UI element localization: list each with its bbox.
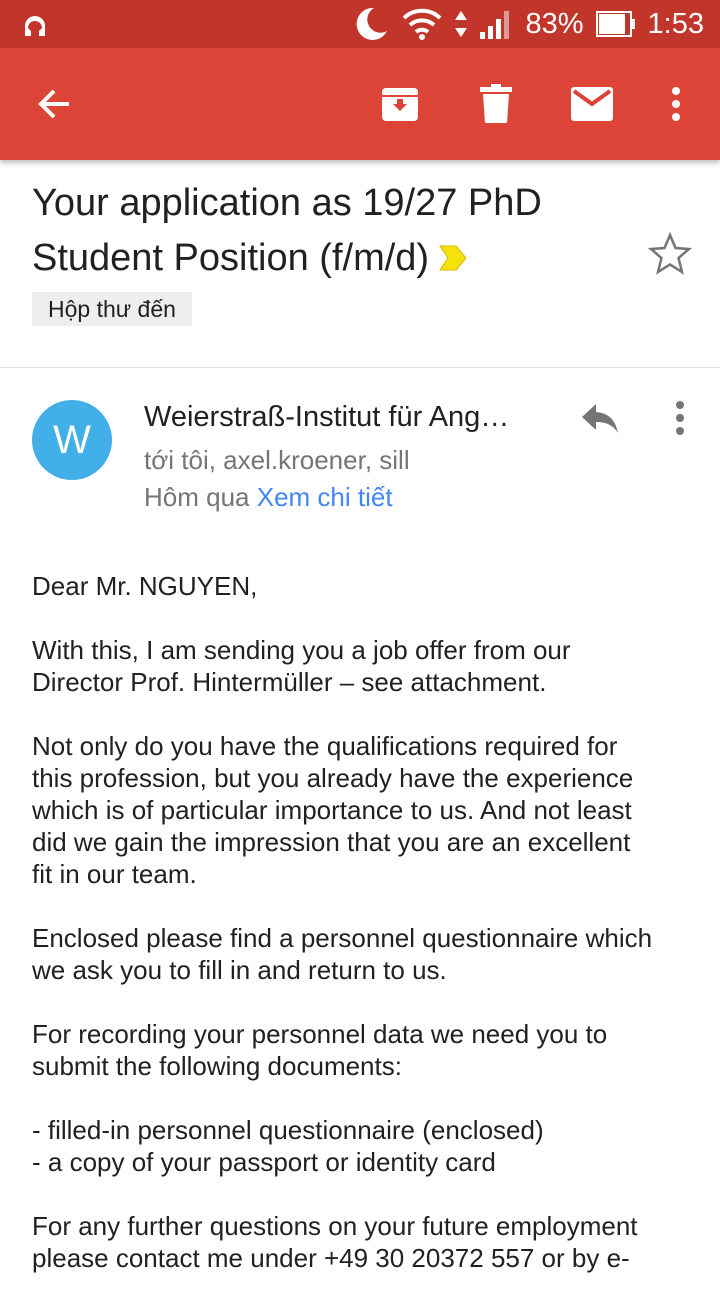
paragraph: Not only do you have the qualifications … bbox=[32, 730, 702, 890]
subject-line-1: Your application as 19/27 PhD bbox=[32, 182, 542, 224]
body-line: please contact me under +49 30 20372 557… bbox=[32, 1243, 630, 1273]
reply-icon[interactable] bbox=[572, 392, 628, 444]
avatar[interactable]: W bbox=[32, 400, 112, 480]
body-line: submit the following documents: bbox=[32, 1051, 402, 1081]
email-date: Hôm qua bbox=[144, 482, 250, 512]
email-body: Dear Mr. NGUYEN, With this, I am sending… bbox=[32, 570, 702, 1306]
night-mode-icon bbox=[352, 5, 390, 43]
body-line: this profession, but you already have th… bbox=[32, 763, 634, 793]
clock: 1:53 bbox=[647, 7, 704, 40]
archive-icon[interactable] bbox=[360, 48, 440, 160]
body-line: fit in our team. bbox=[32, 859, 197, 889]
app-toolbar bbox=[0, 48, 720, 160]
body-line: For any further questions on your future… bbox=[32, 1211, 638, 1241]
back-arrow-icon[interactable] bbox=[14, 48, 94, 160]
message-more-icon[interactable] bbox=[656, 392, 704, 444]
battery-percent: 83% bbox=[525, 7, 584, 40]
importance-marker-icon[interactable] bbox=[439, 232, 467, 287]
paragraph: Enclosed please find a personnel questio… bbox=[32, 922, 702, 986]
body-line: we ask you to fill in and return to us. bbox=[32, 955, 447, 985]
body-line: For recording your personnel data we nee… bbox=[32, 1019, 608, 1049]
body-line: With this, I am sending you a job offer … bbox=[32, 635, 571, 665]
greeting: Dear Mr. NGUYEN, bbox=[32, 571, 258, 601]
body-line: Not only do you have the qualifications … bbox=[32, 731, 618, 761]
list-item: - filled-in personnel questionnaire (enc… bbox=[32, 1115, 544, 1145]
subject-line-2: Student Position (f/m/d) bbox=[32, 237, 430, 279]
body-line: which is of particular importance to us.… bbox=[32, 795, 632, 825]
paragraph: With this, I am sending you a job offer … bbox=[32, 634, 702, 698]
delete-icon[interactable] bbox=[456, 48, 536, 160]
paragraph: For recording your personnel data we nee… bbox=[32, 1018, 702, 1082]
data-transfer-icon bbox=[454, 9, 468, 39]
signal-icon bbox=[479, 8, 514, 40]
notification-icon bbox=[18, 9, 52, 44]
body-line: Enclosed please find a personnel questio… bbox=[32, 923, 653, 953]
status-bar: 83% 1:53 bbox=[0, 0, 720, 48]
document-list: - filled-in personnel questionnaire (enc… bbox=[32, 1114, 702, 1178]
battery-icon bbox=[595, 10, 636, 38]
list-item: - a copy of your passport or identity ca… bbox=[32, 1147, 496, 1177]
divider bbox=[0, 367, 720, 368]
paragraph: For any further questions on your future… bbox=[32, 1210, 702, 1274]
star-icon[interactable] bbox=[647, 231, 693, 281]
inbox-label-chip[interactable]: Hộp thư đến bbox=[32, 292, 192, 326]
mark-unread-icon[interactable] bbox=[552, 48, 632, 160]
wifi-icon bbox=[402, 8, 442, 40]
body-line: Director Prof. Hintermüller – see attach… bbox=[32, 667, 547, 697]
view-details-link[interactable]: Xem chi tiết bbox=[257, 482, 393, 512]
body-line: did we gain the impression that you are … bbox=[32, 827, 631, 857]
email-subject: Your application as 19/27 PhD Student Po… bbox=[32, 176, 632, 287]
date-line: Hôm qua Xem chi tiết bbox=[144, 482, 393, 513]
more-vert-icon[interactable] bbox=[636, 48, 716, 160]
recipients: tới tôi, axel.kroener, sill bbox=[144, 445, 410, 475]
sender-name[interactable]: Weierstraß-Institut für Ang… bbox=[144, 401, 544, 434]
